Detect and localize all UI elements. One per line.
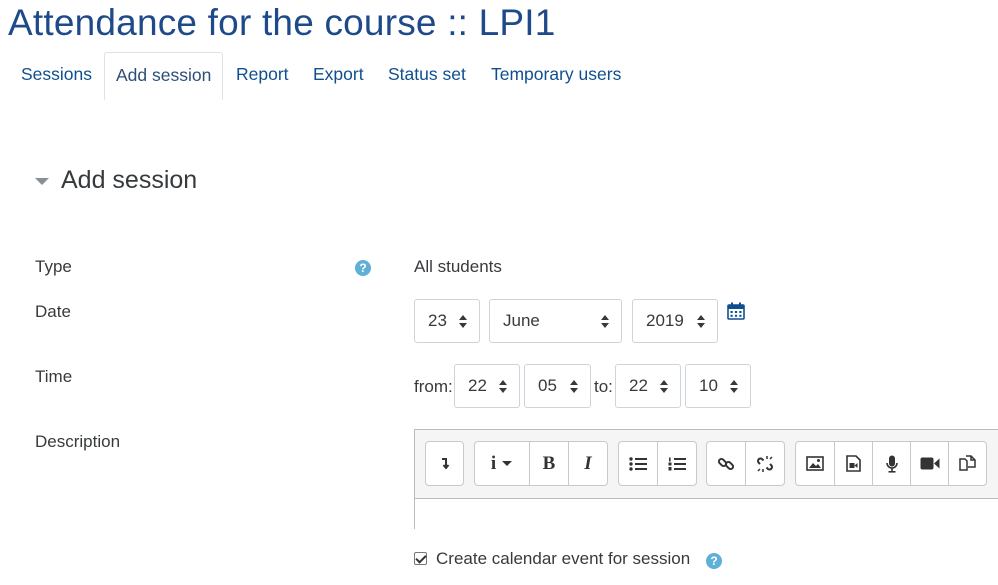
- record-audio-icon[interactable]: [873, 442, 911, 485]
- select-arrows-icon: [660, 379, 668, 395]
- from-hour-value: 22: [468, 376, 487, 395]
- caret-down-icon: [35, 178, 49, 185]
- time-label: Time: [35, 367, 73, 386]
- tab-status-set[interactable]: Status set: [388, 52, 466, 97]
- tab-add-session[interactable]: Add session: [104, 52, 224, 100]
- month-select[interactable]: June: [489, 299, 622, 343]
- italic-icon[interactable]: I: [569, 442, 607, 485]
- date-label: Date: [35, 302, 71, 321]
- select-arrows-icon: [697, 314, 705, 330]
- from-minute-select[interactable]: 05: [524, 364, 591, 408]
- toolbar-group-style: i B I: [474, 441, 608, 486]
- manage-files-icon[interactable]: [949, 442, 986, 485]
- day-value: 23: [428, 311, 447, 330]
- description-label: Description: [35, 432, 121, 451]
- select-arrows-icon: [499, 379, 507, 395]
- to-minute-select[interactable]: 10: [685, 364, 751, 408]
- section-title: Add session: [61, 166, 198, 194]
- select-arrows-icon: [459, 314, 467, 330]
- description-editor: i B I: [414, 429, 998, 530]
- from-hour-select[interactable]: 22: [454, 364, 520, 408]
- calendar-icon[interactable]: [727, 302, 745, 320]
- record-video-icon[interactable]: [911, 442, 949, 485]
- month-value: June: [503, 311, 540, 330]
- to-minute-value: 10: [699, 376, 718, 395]
- toolbar-group-lists: [618, 441, 697, 486]
- show-more-icon[interactable]: [426, 442, 463, 485]
- tab-bar: Sessions Add session Report Export Statu…: [8, 52, 998, 100]
- toolbar-group-more: [425, 441, 464, 486]
- from-minute-value: 05: [538, 376, 557, 395]
- type-label: Type: [35, 257, 72, 276]
- info-style-icon[interactable]: i: [475, 442, 530, 485]
- unlink-icon[interactable]: [746, 442, 784, 485]
- toolbar-group-links: [706, 441, 785, 486]
- page-title: Attendance for the course :: LPI1: [8, 2, 556, 43]
- tab-report[interactable]: Report: [236, 52, 289, 97]
- link-icon[interactable]: [707, 442, 746, 485]
- from-label: from:: [414, 377, 453, 396]
- to-label: to:: [594, 377, 613, 396]
- media-icon[interactable]: [835, 442, 873, 485]
- select-arrows-icon: [730, 379, 738, 395]
- to-hour-select[interactable]: 22: [615, 364, 681, 408]
- tab-sessions[interactable]: Sessions: [21, 52, 92, 97]
- numbered-list-icon[interactable]: [658, 442, 696, 485]
- description-textarea[interactable]: [415, 498, 998, 530]
- toolbar-group-media: [795, 441, 987, 486]
- year-select[interactable]: 2019: [632, 299, 718, 343]
- day-select[interactable]: 23: [414, 299, 480, 343]
- calendar-event-label[interactable]: Create calendar event for session: [436, 549, 690, 569]
- bullet-list-icon[interactable]: [619, 442, 658, 485]
- type-value: All students: [414, 257, 502, 276]
- calendar-event-checkbox[interactable]: [414, 552, 427, 565]
- bold-icon[interactable]: B: [530, 442, 569, 485]
- image-icon[interactable]: [796, 442, 835, 485]
- tab-export[interactable]: Export: [313, 52, 364, 97]
- to-hour-value: 22: [629, 376, 648, 395]
- question-circle-icon[interactable]: ?: [706, 553, 722, 569]
- select-arrows-icon: [570, 379, 578, 395]
- tab-temporary-users[interactable]: Temporary users: [491, 52, 621, 97]
- info-glyph: i: [490, 452, 497, 474]
- select-arrows-icon: [601, 314, 609, 330]
- question-circle-icon[interactable]: ?: [355, 260, 371, 276]
- year-value: 2019: [646, 311, 684, 330]
